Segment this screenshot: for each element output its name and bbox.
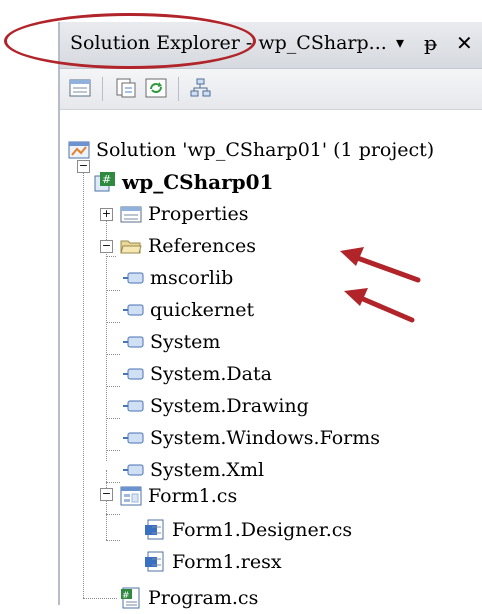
tree-item-label: mscorlib [150, 267, 234, 289]
tree-item-label: Form1.cs [148, 485, 238, 507]
reference-icon [122, 331, 144, 353]
tree-line [106, 386, 120, 387]
collapse-toggle[interactable]: − [100, 488, 113, 501]
dropdown-button[interactable]: ▾ [396, 30, 404, 56]
tree-item-label: wp_CSharp01 [122, 170, 274, 194]
reference-item[interactable]: System.Drawing [122, 390, 309, 422]
form-icon [120, 485, 142, 507]
folder-icon [120, 235, 142, 257]
show-all-files-icon[interactable] [114, 77, 138, 99]
reference-item[interactable]: System.Data [122, 358, 272, 390]
tree-item-resx[interactable]: Form1.resx [144, 546, 282, 578]
svg-text:#: # [122, 591, 130, 601]
solution-tree: Solution 'wp_CSharp01' (1 project) − # w… [60, 110, 482, 609]
tree-line [83, 598, 117, 599]
toolbar-separator [178, 77, 179, 101]
resx-file-icon [144, 551, 166, 573]
reference-item[interactable]: System [122, 326, 220, 358]
reference-icon [122, 427, 144, 449]
tree-line [106, 290, 120, 291]
properties-icon [120, 203, 142, 225]
reference-item[interactable]: System.Windows.Forms [122, 422, 380, 454]
tree-line [106, 514, 120, 515]
tree-item-program[interactable]: # Program.cs [120, 582, 258, 614]
toolbar-separator [102, 77, 103, 101]
tree-item-properties[interactable]: Properties [120, 198, 249, 230]
refresh-icon[interactable] [144, 77, 168, 99]
tree-item-label: Solution 'wp_CSharp01' (1 project) [96, 139, 435, 161]
tree-line [106, 540, 120, 541]
tree-item-label: System [150, 331, 221, 353]
tree-item-references[interactable]: References [120, 230, 256, 262]
tree-line [106, 256, 116, 257]
solution-explorer-panel: Solution Explorer - wp_CSharp... ▾ ᵽ ✕ S… [58, 22, 482, 609]
tree-item-label: System.Xml [150, 459, 265, 481]
collapse-toggle[interactable]: − [77, 160, 90, 173]
properties-toolbar-icon[interactable] [68, 77, 92, 99]
tree-item-label: System.Windows.Forms [150, 427, 381, 449]
tree-item-label: System.Drawing [150, 395, 309, 417]
csharp-code-icon: # [120, 587, 142, 609]
tree-item-designer[interactable]: Form1.Designer.cs [144, 514, 352, 546]
tree-line [106, 354, 120, 355]
tree-line [83, 170, 84, 598]
tree-line [106, 322, 120, 323]
reference-icon [122, 459, 144, 481]
pin-button[interactable]: ᵽ [424, 30, 437, 56]
svg-text:#: # [102, 173, 111, 186]
tree-line [106, 450, 120, 451]
tree-line [106, 482, 120, 483]
solution-icon [68, 139, 90, 161]
tree-item-form[interactable]: Form1.cs [120, 480, 237, 512]
reference-item[interactable]: quickernet [122, 294, 254, 326]
panel-toolbar [60, 69, 482, 110]
tree-item-project[interactable]: # wp_CSharp01 [94, 166, 273, 198]
expand-toggle[interactable]: + [100, 208, 113, 221]
tree-line [106, 470, 107, 540]
csharp-file-icon [144, 519, 166, 541]
tree-item-label: Form1.Designer.cs [172, 519, 353, 541]
tree-item-label: Properties [148, 203, 249, 225]
tree-item-label: System.Data [150, 363, 272, 385]
tree-item-label: References [148, 235, 257, 257]
reference-icon [122, 267, 144, 289]
highlight-ellipse [4, 13, 256, 69]
reference-icon [122, 363, 144, 385]
tree-item-solution[interactable]: Solution 'wp_CSharp01' (1 project) [68, 134, 434, 166]
tree-item-label: quickernet [150, 299, 255, 321]
reference-icon [122, 299, 144, 321]
close-button[interactable]: ✕ [456, 30, 473, 56]
reference-item[interactable]: mscorlib [122, 262, 233, 294]
tree-line [106, 418, 120, 419]
reference-icon [122, 395, 144, 417]
csharp-project-icon: # [94, 171, 116, 193]
tree-item-label: Program.cs [148, 587, 259, 609]
collapse-toggle[interactable]: − [100, 240, 113, 253]
tree-item-label: Form1.resx [172, 551, 282, 573]
class-diagram-icon[interactable] [188, 77, 212, 99]
